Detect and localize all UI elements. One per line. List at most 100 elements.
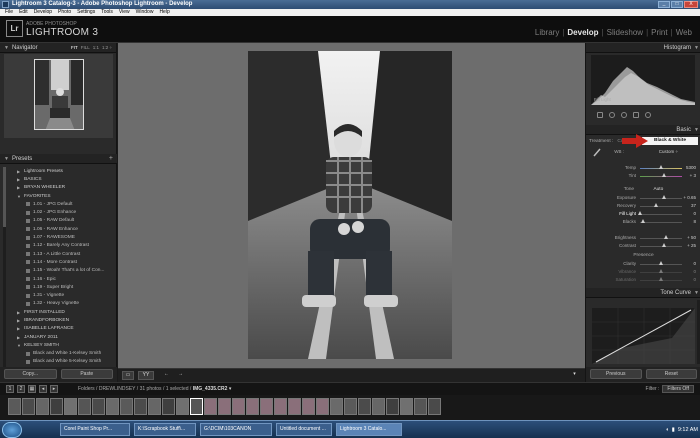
- slider-track[interactable]: [640, 206, 682, 207]
- module-library[interactable]: Library: [535, 28, 559, 37]
- slider-knob[interactable]: [659, 277, 663, 281]
- filmstrip-thumbnail-selected[interactable]: [190, 398, 203, 415]
- filmstrip-thumbnail[interactable]: [176, 398, 189, 415]
- preset-item[interactable]: 1.14 - More Contrast: [17, 258, 113, 266]
- previous-button[interactable]: Previous: [590, 369, 642, 379]
- slider-knob[interactable]: [641, 219, 646, 223]
- filmstrip-thumbnail[interactable]: [386, 398, 399, 415]
- collapse-triangle-icon[interactable]: ▼: [4, 45, 9, 51]
- menu-window[interactable]: Window: [133, 9, 157, 16]
- nav-back-icon[interactable]: ◂: [39, 385, 47, 393]
- preset-item[interactable]: 1.01 - JPG Default: [17, 200, 113, 208]
- source-path[interactable]: Folders / DREWLINDSEY / 31 photos / 1 se…: [78, 386, 231, 392]
- preset-item[interactable]: Black and White 5-Kelsey Smith: [17, 358, 113, 366]
- preset-item[interactable]: Black and White 1-Kelsey Smith: [17, 350, 113, 358]
- reset-button[interactable]: Reset: [645, 369, 697, 379]
- slider-knob[interactable]: [664, 235, 669, 239]
- navigator-thumbnail[interactable]: [34, 59, 84, 130]
- preset-item[interactable]: 1.19 - Super Bright: [17, 283, 113, 291]
- slider-knob[interactable]: [662, 195, 667, 199]
- navigator-preview[interactable]: [4, 54, 113, 138]
- network-icon[interactable]: ▮: [672, 427, 675, 433]
- folder-triangle-open-icon[interactable]: ▼: [17, 343, 24, 348]
- red-eye-icon[interactable]: [621, 112, 627, 118]
- taskbar-item[interactable]: G:\DCIM\103CANON: [200, 423, 272, 436]
- histogram-graph[interactable]: Fill Light: [591, 55, 695, 105]
- preset-folder[interactable]: ▶ Lightroom Presets: [17, 167, 113, 175]
- photo-canvas[interactable]: [118, 43, 585, 368]
- preset-item[interactable]: 1.06 - RAW Enhance: [17, 225, 113, 233]
- temp-slider[interactable]: Temp 5300: [590, 165, 696, 172]
- contrast-slider[interactable]: Contrast + 25: [590, 243, 696, 250]
- tint-slider[interactable]: Tint + 3: [590, 173, 696, 180]
- filmstrip-thumbnail[interactable]: [232, 398, 245, 415]
- preset-folder[interactable]: ▶ BRYAN WHEELER: [17, 184, 113, 192]
- taskbar-item-active[interactable]: Lightroom 3 Catalo...: [336, 423, 402, 436]
- preset-item[interactable]: 1.12 - Barely Any Contrast: [17, 242, 113, 250]
- filmstrip-thumbnail[interactable]: [260, 398, 273, 415]
- slider-knob[interactable]: [662, 173, 666, 177]
- presets-scrollbar[interactable]: [3, 167, 6, 367]
- filmstrip-thumbnail[interactable]: [358, 398, 371, 415]
- preset-item[interactable]: 1.02 - JPG Enhance: [17, 208, 113, 216]
- filmstrip-thumbnail[interactable]: [428, 398, 441, 415]
- filmstrip-thumbnail[interactable]: [134, 398, 147, 415]
- preset-item[interactable]: 1.32 - Heavy Vignette: [17, 300, 113, 308]
- exposure-slider[interactable]: Exposure + 0.65: [590, 195, 696, 202]
- window-1-button[interactable]: 1: [6, 385, 14, 393]
- scrollbar-thumb[interactable]: [3, 167, 6, 227]
- filmstrip-thumbnail[interactable]: [316, 398, 329, 415]
- preset-item[interactable]: 1.13 - A Little Contrast: [17, 250, 113, 258]
- copy-settings-button[interactable]: Copy...: [4, 369, 57, 379]
- filmstrip-thumbnail[interactable]: [50, 398, 63, 415]
- filmstrip-thumbnail[interactable]: [162, 398, 175, 415]
- slider-knob[interactable]: [653, 203, 658, 207]
- slider-track[interactable]: [640, 222, 682, 223]
- filmstrip-thumbnail[interactable]: [372, 398, 385, 415]
- arrow-left-icon[interactable]: ←: [162, 371, 171, 380]
- volume-icon[interactable]: ◖: [665, 427, 668, 433]
- vibrance-slider[interactable]: Vibrance 0: [590, 269, 696, 276]
- preset-item[interactable]: 1.15 - Woah! That's a lot of Con...: [17, 267, 113, 275]
- menu-file[interactable]: File: [2, 9, 16, 16]
- filmstrip-thumbnail[interactable]: [106, 398, 119, 415]
- collapse-triangle-icon[interactable]: ▼: [694, 288, 699, 298]
- filmstrip-thumbnail[interactable]: [148, 398, 161, 415]
- slider-track[interactable]: [640, 238, 682, 239]
- filter-dropdown[interactable]: Filters Off: [662, 385, 694, 393]
- filmstrip-thumbnail[interactable]: [92, 398, 105, 415]
- adjustment-brush-icon[interactable]: [645, 112, 651, 118]
- slider-track[interactable]: [640, 198, 682, 199]
- spot-removal-icon[interactable]: [609, 112, 615, 118]
- before-after-button[interactable]: YY: [138, 371, 154, 380]
- nav-forward-icon[interactable]: ▸: [50, 385, 58, 393]
- slider-knob[interactable]: [638, 211, 642, 215]
- filmstrip-thumbnail[interactable]: [8, 398, 21, 415]
- menu-develop[interactable]: Develop: [31, 9, 55, 16]
- tone-curve-header[interactable]: Tone Curve ▼: [586, 288, 700, 298]
- folder-triangle-icon[interactable]: ▶: [17, 318, 24, 323]
- add-preset-icon[interactable]: +: [109, 155, 113, 162]
- menu-settings[interactable]: Settings: [74, 9, 98, 16]
- filmstrip-thumbnail[interactable]: [36, 398, 49, 415]
- preset-folder[interactable]: ▶ ISABELLE LAFRANCE: [17, 325, 113, 333]
- crop-icon[interactable]: [597, 112, 603, 118]
- slider-knob[interactable]: [659, 269, 663, 273]
- recovery-slider[interactable]: Recovery 37: [590, 203, 696, 210]
- folder-triangle-icon[interactable]: ▶: [17, 177, 24, 182]
- clock[interactable]: 9:12 AM: [678, 427, 698, 433]
- preset-folder[interactable]: ▶ IBRANDFORBOKEN: [17, 316, 113, 324]
- filmstrip-thumbnail[interactable]: [246, 398, 259, 415]
- menu-edit[interactable]: Edit: [16, 9, 31, 16]
- filmstrip-thumbnail[interactable]: [414, 398, 427, 415]
- auto-tone-button[interactable]: Auto: [653, 187, 663, 192]
- filmstrip-thumbnail[interactable]: [400, 398, 413, 415]
- filmstrip[interactable]: [0, 395, 700, 420]
- filmstrip-thumbnail[interactable]: [344, 398, 357, 415]
- collapse-triangle-icon[interactable]: ▼: [694, 125, 699, 135]
- filmstrip-thumbnail[interactable]: [22, 398, 35, 415]
- collapse-triangle-icon[interactable]: ▼: [694, 43, 699, 53]
- menu-view[interactable]: View: [116, 9, 133, 16]
- start-button[interactable]: [2, 422, 22, 438]
- zoom-1-2[interactable]: 1:2 ÷: [102, 45, 112, 50]
